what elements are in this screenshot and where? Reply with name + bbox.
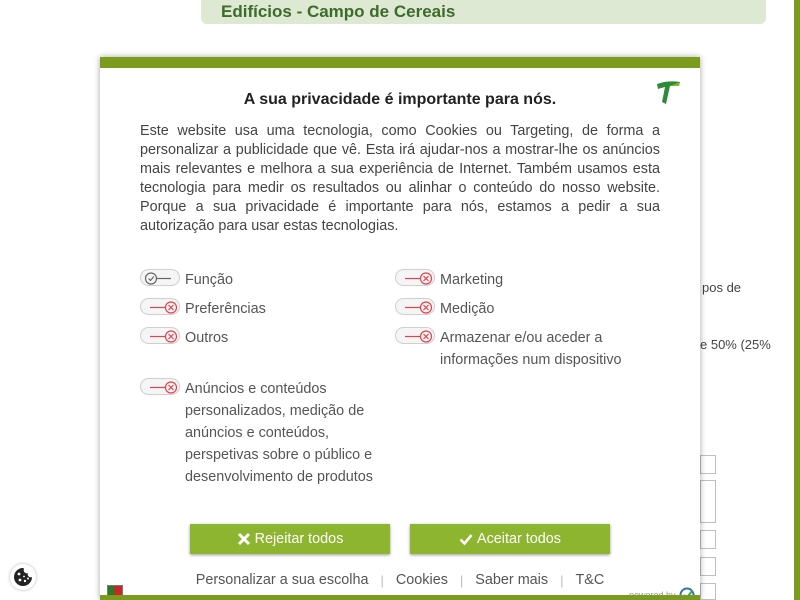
modal-title: A sua privacidade é importante para nós. — [243, 91, 557, 108]
toggle-check-icon — [144, 272, 171, 285]
terms-link[interactable]: T&C — [575, 572, 604, 588]
page-header-title: Edifícios - Campo de Cereais — [201, 0, 766, 24]
background-input[interactable] — [700, 557, 716, 576]
option-label: Anúncios e conteúdos personalizados, med… — [185, 381, 373, 485]
option-label: Preferências — [185, 301, 266, 317]
link-separator: | — [380, 572, 384, 588]
background-text-1: pos de — [702, 280, 742, 295]
toggle-armazenar[interactable] — [395, 327, 435, 344]
background-text-2: e 50% (25% — [700, 337, 771, 352]
option-funcao: Função — [140, 269, 233, 291]
page-right-border — [794, 0, 800, 600]
option-label: Medição — [440, 301, 495, 317]
modal-description: Este website usa uma tecnologia, como Co… — [140, 123, 660, 234]
option-anuncios: Anúncios e conteúdos personalizados, med… — [140, 378, 390, 488]
option-label: Outros — [185, 330, 229, 346]
option-outros: Outros — [140, 327, 228, 349]
toggle-funcao[interactable] — [140, 269, 180, 286]
option-medicao: Medição — [395, 298, 494, 320]
toggle-x-icon — [150, 301, 178, 314]
reject-all-label: Rejeitar todos — [254, 531, 344, 547]
cookies-link[interactable]: Cookies — [396, 572, 448, 588]
background-input[interactable] — [700, 530, 716, 549]
background-input[interactable] — [700, 455, 716, 474]
link-separator: | — [560, 572, 564, 588]
toggle-x-icon — [405, 301, 433, 314]
toggle-x-icon — [150, 330, 178, 343]
option-label: Marketing — [440, 272, 504, 288]
reject-all-button[interactable]: Rejeitar todos — [190, 524, 390, 554]
toggle-x-icon — [150, 381, 178, 394]
cookie-settings-button[interactable] — [10, 564, 36, 590]
toggle-preferencias[interactable] — [140, 298, 180, 315]
link-separator: | — [459, 572, 464, 588]
accept-all-label: Aceitar todos — [477, 531, 561, 547]
checkmark-icon — [459, 532, 473, 546]
cookie-icon — [14, 568, 32, 586]
close-x-icon — [237, 532, 251, 546]
modal-bottom-border — [100, 595, 700, 600]
option-marketing: Marketing — [395, 269, 503, 291]
toggle-outros[interactable] — [140, 327, 180, 344]
toggle-x-icon — [405, 330, 433, 343]
background-input[interactable] — [700, 480, 716, 523]
background-input[interactable] — [700, 583, 716, 600]
option-label: Armazenar e/ou aceder a informações num … — [440, 330, 622, 368]
customize-link[interactable]: Personalizar a sua escolha — [196, 572, 369, 588]
option-preferencias: Preferências — [140, 298, 266, 320]
toggle-medicao[interactable] — [395, 298, 435, 315]
toggle-anuncios[interactable] — [140, 378, 180, 395]
option-armazenar: Armazenar e/ou aceder a informações num … — [395, 327, 635, 371]
toggle-marketing[interactable] — [395, 269, 435, 286]
footer-links: Personalizar a sua escolha | Cookies | S… — [100, 572, 700, 588]
accept-all-button[interactable]: Aceitar todos — [410, 524, 610, 554]
option-label: Função — [185, 272, 233, 288]
toggle-x-icon — [405, 272, 433, 285]
learn-more-link[interactable]: Saber mais — [475, 572, 548, 588]
privacy-consent-modal: A sua privacidade é importante para nós.… — [100, 57, 700, 600]
